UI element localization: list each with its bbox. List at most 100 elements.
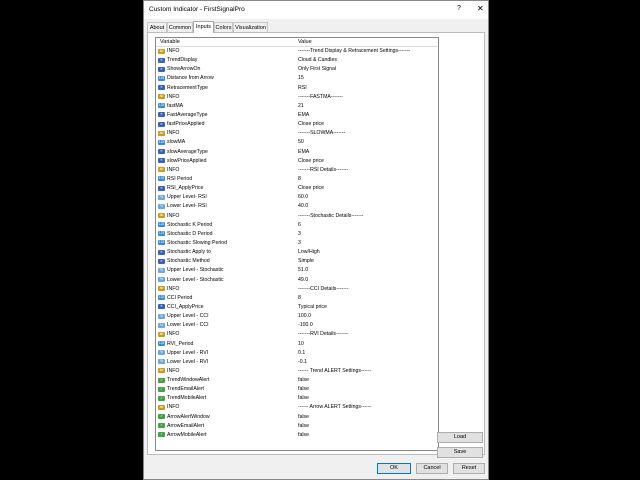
table-row[interactable]: ab INFO -------RSI Details------- [156,166,438,175]
table-row[interactable]: ab INFO -------SLOWMA------- [156,129,438,138]
variable-value[interactable]: -------RSI Details------- [298,166,348,175]
save-button[interactable]: Save [437,447,483,458]
load-button[interactable]: Load [437,432,483,443]
variable-value[interactable]: 10 [298,340,304,349]
table-row[interactable]: ≡ RetracementType RSI [156,84,438,93]
table-row[interactable]: ≡ TrendDisplay Cloud & Candles [156,56,438,65]
table-row[interactable]: ab INFO -------Stochastic Details------- [156,212,438,221]
variable-value[interactable]: EMA [298,111,309,120]
table-row[interactable]: ½ Upper Level - RVI 0.1 [156,349,438,358]
table-row[interactable]: ab INFO -------Trend Display & Retracement… [156,47,438,56]
variable-value[interactable]: Close price [298,157,324,166]
close-icon[interactable]: ✕ [477,4,484,13]
table-row[interactable]: ≡ Stochastic Method Simple [156,257,438,266]
reset-button[interactable]: Reset [453,463,485,474]
variable-value[interactable]: 40.0 [298,202,308,211]
table-row[interactable]: ≡ Stochastic Apply to Low/High [156,248,438,257]
variable-value[interactable]: false [298,394,309,403]
variable-value[interactable]: false [298,376,309,385]
variable-value[interactable]: Simple [298,257,314,266]
table-row[interactable]: 123 slowMA 50 [156,138,438,147]
table-row[interactable]: ½ Upper Level - Stochastic 51.0 [156,266,438,275]
variable-value[interactable]: Close price [298,120,324,129]
table-row[interactable]: ab INFO -------RVI Details------- [156,330,438,339]
table-row[interactable]: ≡ ShowArrowOn Only First Signal [156,65,438,74]
variable-value[interactable]: 8 [298,294,301,303]
variable-value[interactable]: false [298,422,309,431]
variable-value[interactable]: -100.0 [298,321,313,330]
tab-visualization[interactable]: Visualization [233,22,268,32]
table-row[interactable]: ½ Upper Level - CCI 100.0 [156,312,438,321]
table-row[interactable]: 123 RSI Period 8 [156,175,438,184]
table-row[interactable]: 123 Stochastic D Period 3 [156,230,438,239]
variable-value[interactable]: 15 [298,74,304,83]
table-row[interactable]: ✓ ArrowAlertWindow false [156,413,438,422]
column-header-value[interactable]: Value [298,39,312,45]
variable-value[interactable]: ------ Trend ALERT Settings------ [298,367,371,376]
variable-value[interactable]: -------CCI Details------- [298,285,348,294]
table-row[interactable]: ≡ fastPriceApplied Close price [156,120,438,129]
variable-value[interactable]: EMA [298,148,309,157]
variable-value[interactable]: 49.0 [298,276,308,285]
variable-value[interactable]: 6 [298,221,301,230]
variable-value[interactable]: Cloud & Candles [298,56,337,65]
column-header-variable[interactable]: Variable [160,39,180,45]
table-row[interactable]: 123 Stochastic Slowing Period 3 [156,239,438,248]
tab-about[interactable]: About [147,22,167,32]
variable-value[interactable]: 60.0 [298,193,308,202]
variable-value[interactable]: 3 [298,239,301,248]
table-row[interactable]: 123 Distance from Arrow 15 [156,74,438,83]
table-row[interactable]: ½ Upper Level- RSI 60.0 [156,193,438,202]
variable-value[interactable]: Typical price [298,303,327,312]
variable-value[interactable]: -------RVI Details------- [298,330,348,339]
table-row[interactable]: 123 RVI_Period 10 [156,340,438,349]
variable-value[interactable]: ------ Arrow ALERT Settings------ [298,403,371,412]
variable-value[interactable]: false [298,431,309,440]
tab-colors[interactable]: Colors [214,22,233,32]
table-row[interactable]: ✓ ArrowEmailAlert false [156,422,438,431]
variable-value[interactable]: 3 [298,230,301,239]
tab-common[interactable]: Common [167,22,193,32]
table-row[interactable]: ≡ FastAverageType EMA [156,111,438,120]
variable-value[interactable]: -0.1 [298,358,307,367]
table-row[interactable]: ab INFO -------CCI Details------- [156,285,438,294]
variable-value[interactable]: -------FASTMA------- [298,93,343,102]
table-row[interactable]: ✓ TrendWindowAlert false [156,376,438,385]
help-icon[interactable]: ? [457,5,461,12]
tab-inputs[interactable]: Inputs [193,21,214,33]
table-row[interactable]: 123 CCI Period 8 [156,294,438,303]
variable-value[interactable]: -------SLOWMA------- [298,129,345,138]
table-row[interactable]: ≡ CCI_ApplyPrice Typical price [156,303,438,312]
table-row[interactable]: ✓ TrendMobileAlert false [156,394,438,403]
variable-value[interactable]: 0.1 [298,349,305,358]
table-row[interactable]: ab INFO ------ Trend ALERT Settings------ [156,367,438,376]
variable-value[interactable]: RSI [298,84,307,93]
table-row[interactable]: ½ Lower Level - CCI -100.0 [156,321,438,330]
title-bar[interactable]: Custom Indicator - FirstSignalPro ? ✕ [144,1,488,19]
table-row[interactable]: 123 fastMA 21 [156,102,438,111]
table-row[interactable]: ✓ TrendEmailAlert false [156,385,438,394]
table-row[interactable]: ≡ slowAverageType EMA [156,148,438,157]
table-row[interactable]: 123 Stochastic K Period 6 [156,221,438,230]
table-row[interactable]: ab INFO -------FASTMA------- [156,93,438,102]
variable-value[interactable]: Only First Signal [298,65,336,74]
table-row[interactable]: ≡ slowPriceApplied Close price [156,157,438,166]
variable-value[interactable]: Low/High [298,248,320,257]
variable-value[interactable]: Close price [298,184,324,193]
variable-value[interactable]: 8 [298,175,301,184]
table-row[interactable]: ½ Lower Level - RVI -0.1 [156,358,438,367]
variable-value[interactable]: -------Stochastic Details------- [298,212,363,221]
variable-value[interactable]: 50 [298,138,304,147]
variable-value[interactable]: 51.0 [298,266,308,275]
table-row[interactable]: ½ Lower Level- RSI 40.0 [156,202,438,211]
variable-value[interactable]: -------Trend Display & Retracement Setti… [298,47,410,56]
table-row[interactable]: ≡ RSI_ApplyPrice Close price [156,184,438,193]
variable-value[interactable]: 21 [298,102,304,111]
table-row[interactable]: ✓ ArrowMobileAlert false [156,431,438,440]
table-row[interactable]: ½ Lower Level - Stochastic 49.0 [156,276,438,285]
variable-value[interactable]: false [298,413,309,422]
cancel-button[interactable]: Cancel [416,463,448,474]
variable-value[interactable]: false [298,385,309,394]
table-row[interactable]: ab INFO ------ Arrow ALERT Settings------ [156,403,438,412]
ok-button[interactable]: OK [377,463,411,474]
